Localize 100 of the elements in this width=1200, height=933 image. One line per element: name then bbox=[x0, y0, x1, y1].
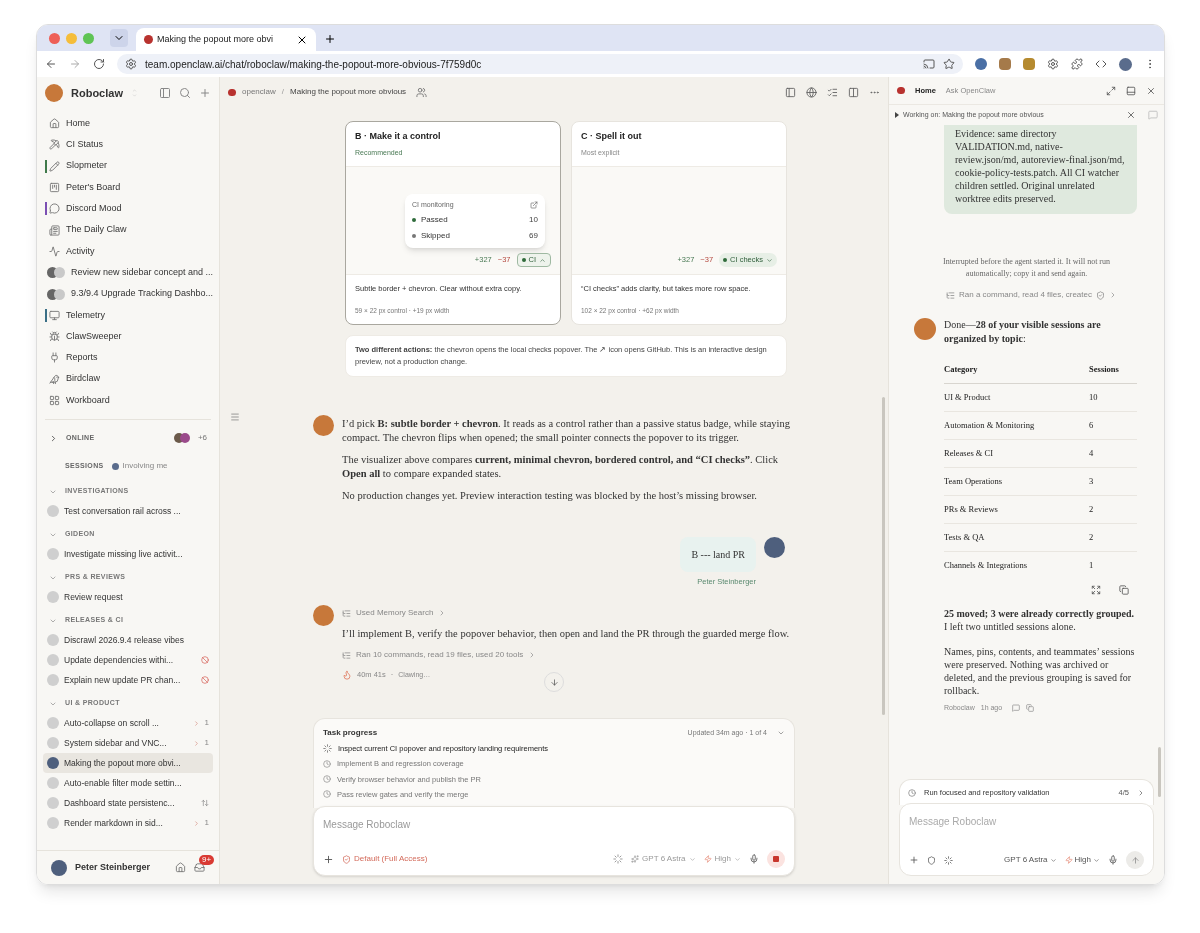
session-item[interactable]: Explain new update PR chan... bbox=[43, 670, 213, 691]
extension-icon[interactable] bbox=[975, 58, 987, 70]
expand-icon[interactable] bbox=[1106, 85, 1116, 96]
session-item[interactable]: Making the popout more obvi... bbox=[43, 753, 213, 774]
stop-button[interactable] bbox=[767, 850, 785, 868]
user-name[interactable]: Peter Steinberger bbox=[75, 860, 167, 875]
code-icon[interactable] bbox=[1095, 58, 1107, 70]
close-window-button[interactable] bbox=[49, 32, 60, 44]
access-mode-button[interactable]: Default (Full Access) bbox=[342, 853, 428, 865]
scroll-down-button[interactable] bbox=[544, 672, 564, 692]
chevron-right-icon[interactable] bbox=[49, 433, 58, 443]
install-icon[interactable] bbox=[923, 58, 935, 70]
session-item[interactable]: Update dependencies withi... bbox=[43, 650, 213, 671]
profile-avatar[interactable] bbox=[1119, 57, 1132, 71]
url-text: team.openclaw.ai/chat/roboclaw/making-the-popout-more-obvious-7f759d0c bbox=[145, 57, 483, 72]
new-tab-icon[interactable] bbox=[324, 33, 336, 45]
search-icon[interactable] bbox=[179, 87, 191, 99]
address-bar[interactable]: team.openclaw.ai/chat/roboclaw/making-the-popout-more-obvious-7f759d0c bbox=[117, 54, 963, 74]
reload-icon[interactable] bbox=[93, 58, 105, 70]
copy-icon[interactable] bbox=[1119, 585, 1129, 595]
expand-icon[interactable] bbox=[1091, 585, 1101, 595]
session-item[interactable]: Discrawl 2026.9.4 release vibes bbox=[43, 630, 213, 651]
session-title: Making the popout more obvi... bbox=[64, 756, 182, 770]
sidebar-toggle-icon[interactable] bbox=[159, 87, 171, 99]
nav-item[interactable]: 9.3/9.4 Upgrade Tracking Dashbo... bbox=[37, 283, 219, 305]
message-text: No production changes yet. Preview interaction testing was blocked by the host’s missing browser. bbox=[342, 489, 758, 503]
plus-icon[interactable] bbox=[909, 855, 919, 865]
external-link-icon[interactable] bbox=[530, 200, 538, 209]
scrollbar[interactable] bbox=[1158, 747, 1161, 797]
tab-list-button[interactable] bbox=[110, 29, 128, 47]
nav-item[interactable]: Telemetry bbox=[37, 304, 219, 326]
nav-item[interactable]: Workboard bbox=[37, 389, 219, 412]
card-title: C · Spell it out bbox=[581, 130, 643, 143]
spinner-icon bbox=[613, 854, 624, 864]
session-item[interactable]: Review request bbox=[43, 587, 213, 608]
nav-item[interactable]: Review new sidebar concept and ... bbox=[37, 262, 219, 284]
effort-selector[interactable]: High bbox=[1064, 854, 1100, 866]
close-icon[interactable] bbox=[1126, 110, 1136, 120]
checklist-icon[interactable] bbox=[827, 86, 838, 98]
session-item[interactable]: Test conversation rail across ... bbox=[43, 501, 213, 522]
bookmark-star-icon[interactable] bbox=[943, 58, 955, 70]
session-item[interactable]: Auto-collapse on scroll ... 1 bbox=[43, 713, 213, 734]
message-composer[interactable]: Message Roboclaw GPT 6 Astra High bbox=[899, 803, 1154, 876]
extension-icon[interactable] bbox=[1023, 58, 1035, 70]
puzzle-icon[interactable] bbox=[1071, 58, 1083, 70]
split-view-icon[interactable] bbox=[848, 86, 859, 98]
chevron-down-icon bbox=[1049, 856, 1057, 864]
session-item[interactable]: Auto-enable filter mode settin... bbox=[43, 773, 213, 794]
nav-item[interactable]: CI Status bbox=[37, 134, 219, 156]
nav-item[interactable]: ClawSweeper bbox=[37, 325, 219, 348]
session-item[interactable]: Dashboard state persistenc... bbox=[43, 793, 213, 814]
globe-icon[interactable] bbox=[806, 86, 817, 98]
lightning-icon bbox=[1064, 856, 1073, 864]
browser-tab[interactable]: Making the popout more obvi bbox=[136, 28, 316, 51]
blocked-icon bbox=[201, 676, 209, 685]
message-input[interactable]: Message Roboclaw bbox=[323, 817, 785, 832]
table-cell: 1 bbox=[1089, 551, 1137, 579]
stop-icon bbox=[773, 856, 779, 862]
nav-item[interactable]: Slopmeter bbox=[37, 155, 219, 177]
extension-icon[interactable] bbox=[999, 58, 1011, 70]
shield-icon[interactable] bbox=[927, 855, 936, 865]
microphone-icon[interactable] bbox=[1108, 855, 1118, 865]
nav-item[interactable]: Peter's Board bbox=[37, 176, 219, 199]
close-icon[interactable] bbox=[1146, 85, 1156, 96]
chevron-down-icon[interactable] bbox=[777, 729, 785, 737]
model-selector[interactable]: GPT 6 Astra bbox=[1004, 854, 1057, 866]
gear-icon[interactable] bbox=[1047, 58, 1059, 70]
nav-item[interactable]: The Daily Claw bbox=[37, 219, 219, 241]
session-item[interactable]: Investigate missing live activit... bbox=[43, 544, 213, 565]
robot-avatar bbox=[313, 605, 334, 627]
project-link[interactable]: openclaw bbox=[242, 86, 276, 98]
avatar bbox=[47, 674, 59, 687]
avatar bbox=[54, 288, 65, 300]
back-icon[interactable] bbox=[45, 58, 57, 70]
session-item[interactable]: System sidebar and VNC... 1 bbox=[43, 733, 213, 754]
message-composer[interactable]: Message Roboclaw Default (Full Access) GPT 6 Astra High bbox=[313, 806, 795, 876]
avatar bbox=[47, 797, 59, 810]
tool-summary[interactable]: Ran a command, read 4 files, createc bbox=[959, 289, 1092, 301]
inbox-icon[interactable] bbox=[194, 862, 205, 873]
scrollbar[interactable] bbox=[882, 397, 885, 715]
nav-item[interactable]: Activity bbox=[37, 240, 219, 263]
table-cell: 2 bbox=[1089, 495, 1137, 523]
nav-item[interactable]: Home bbox=[37, 113, 219, 135]
panel-icon[interactable] bbox=[785, 86, 796, 98]
nav-item[interactable]: Birdclaw bbox=[37, 368, 219, 390]
people-icon[interactable] bbox=[416, 86, 428, 98]
session-item[interactable]: Render markdown in sid... 1 bbox=[43, 813, 213, 834]
microphone-icon[interactable] bbox=[749, 854, 759, 864]
site-settings-icon[interactable] bbox=[125, 58, 137, 70]
workspace-name[interactable]: Roboclaw bbox=[71, 84, 123, 102]
nav-item[interactable]: Reports bbox=[37, 347, 219, 369]
panel-icon[interactable] bbox=[1126, 85, 1136, 96]
message-input[interactable]: Message Roboclaw bbox=[909, 814, 1144, 829]
filter-label[interactable]: Involving me bbox=[122, 460, 168, 473]
house-icon[interactable] bbox=[175, 862, 186, 873]
clock-icon bbox=[908, 788, 916, 797]
avatar bbox=[47, 634, 59, 647]
nav-item[interactable]: Discord Mood bbox=[37, 198, 219, 220]
nav-label: Home bbox=[66, 116, 90, 130]
plus-icon[interactable] bbox=[323, 853, 334, 865]
